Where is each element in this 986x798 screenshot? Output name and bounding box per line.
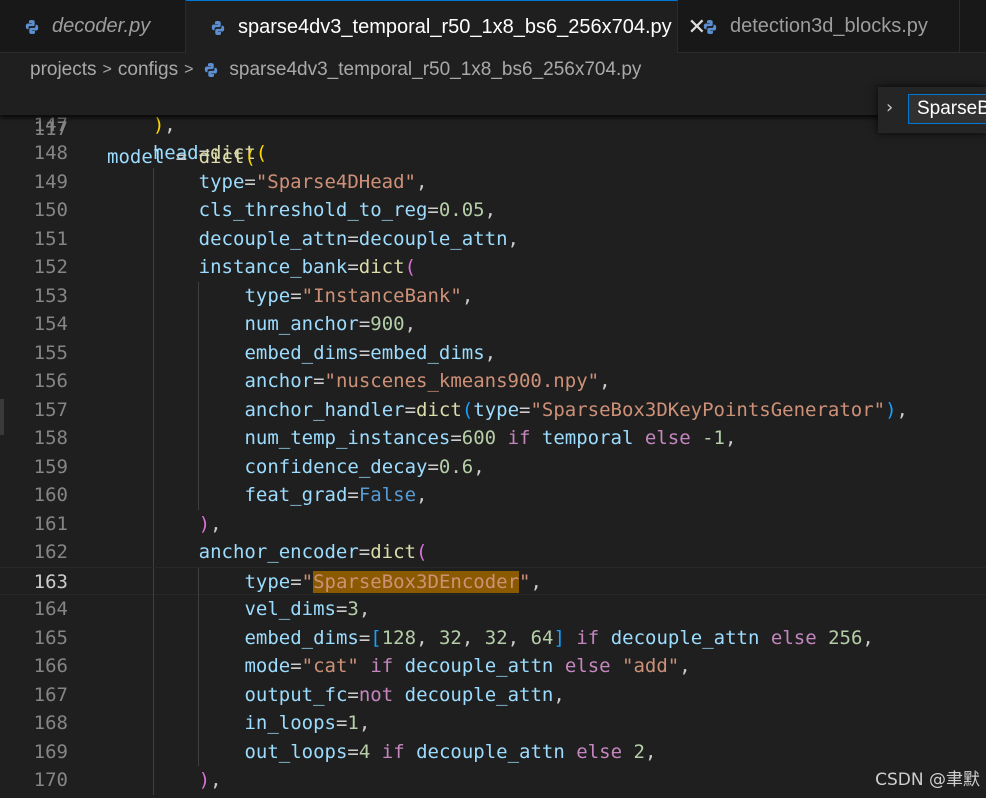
code-line[interactable]: 161 ), <box>0 509 986 538</box>
code-text: ), <box>198 769 222 791</box>
line-number: 150 <box>33 199 68 221</box>
code-text: anchor_handler=dict(type="SparseBox3DKey… <box>244 398 908 421</box>
code-text: instance_bank=dict( <box>198 256 417 278</box>
code-text: out_loops=4 if decouple_attn else 2, <box>244 740 657 763</box>
tab-sparse4dv3-config[interactable]: sparse4dv3_temporal_r50_1x8_bs6_256x704.… <box>186 0 706 53</box>
chevron-right-icon: > <box>102 61 112 78</box>
code-line[interactable]: 165 embed_dims=[128, 32, 32, 64] if deco… <box>0 623 986 652</box>
line-number: 164 <box>33 598 68 620</box>
python-icon <box>210 19 226 35</box>
code-text: anchor="nuscenes_kmeans900.npy", <box>244 370 611 392</box>
code-line[interactable]: 150 cls_threshold_to_reg=0.05, <box>0 196 986 225</box>
code-text: ), <box>198 512 222 535</box>
code-text: cls_threshold_to_reg=0.05, <box>198 199 497 221</box>
tab-bar: decoder.py sparse4dv3_temporal_r50_1x8_b… <box>0 0 986 53</box>
code-line[interactable]: 153 type="InstanceBank", <box>0 281 986 310</box>
line-number: 169 <box>33 740 68 763</box>
python-icon <box>702 18 718 34</box>
code-line[interactable]: 152 instance_bank=dict( <box>0 253 986 282</box>
code-line[interactable]: 164 vel_dims=3, <box>0 595 986 624</box>
code-text: in_loops=1, <box>244 712 371 734</box>
code-line[interactable]: 169 out_loops=4 if decouple_attn else 2, <box>0 737 986 766</box>
code-line[interactable]: 160 feat_grad=False, <box>0 481 986 510</box>
code-line[interactable]: 170 ), <box>0 766 986 795</box>
code-text: output_fc=not decouple_attn, <box>244 683 565 706</box>
code-text: num_temp_instances=600 if temporal else … <box>244 427 737 449</box>
code-text: type="Sparse4DHead", <box>198 170 428 193</box>
code-line[interactable]: 162 anchor_encoder=dict( <box>0 538 986 567</box>
line-number: 168 <box>33 712 68 734</box>
code-text: vel_dims=3, <box>244 598 371 620</box>
breadcrumb-configs[interactable]: configs <box>118 59 178 81</box>
find-widget: › SparseBox3DEncoder <box>878 87 986 133</box>
chevron-right-icon: > <box>184 61 194 78</box>
python-icon <box>203 62 219 78</box>
code-text: type="SparseBox3DEncoder", <box>244 570 542 593</box>
toggle-replace-icon[interactable]: › <box>886 97 893 118</box>
tab-label: sparse4dv3_temporal_r50_1x8_bs6_256x704.… <box>238 15 672 38</box>
line-number: 167 <box>33 683 68 706</box>
code-text: type="InstanceBank", <box>244 284 474 307</box>
code-line[interactable]: 168 in_loops=1, <box>0 709 986 738</box>
line-number: 161 <box>33 512 68 535</box>
code-line[interactable]: 163 type="SparseBox3DEncoder", <box>0 566 986 596</box>
code-text: confidence_decay=0.6, <box>244 455 485 478</box>
code-line[interactable]: 149 type="Sparse4DHead", <box>0 167 986 196</box>
line-number: 165 <box>33 626 68 649</box>
code-line[interactable]: 159 confidence_decay=0.6, <box>0 452 986 481</box>
line-number: 152 <box>33 256 68 278</box>
code-line[interactable]: 151 decouple_attn=decouple_attn, <box>0 224 986 253</box>
line-number: 155 <box>33 341 68 364</box>
code-line[interactable]: 166 mode="cat" if decouple_attn else "ad… <box>0 652 986 681</box>
line-number: 153 <box>33 284 68 307</box>
line-number: 170 <box>33 769 68 791</box>
watermark: CSDN @聿默 <box>875 770 980 790</box>
line-number: 166 <box>33 655 68 677</box>
line-number: 159 <box>33 455 68 478</box>
line-number: 162 <box>33 541 68 563</box>
line-number: 163 <box>33 570 68 593</box>
breadcrumb: projects > configs > sparse4dv3_temporal… <box>0 53 986 87</box>
code-text: decouple_attn=decouple_attn, <box>198 227 519 250</box>
code-text: num_anchor=900, <box>244 313 417 335</box>
line-number: 157 <box>33 398 68 421</box>
line-number: 158 <box>33 427 68 449</box>
sticky-scroll-header[interactable]: 117 model = dict( <box>0 86 986 169</box>
tab-detection3d-blocks[interactable]: detection3d_blocks.py <box>678 0 960 52</box>
line-number: 151 <box>33 227 68 250</box>
breadcrumb-file[interactable]: sparse4dv3_temporal_r50_1x8_bs6_256x704.… <box>229 59 641 81</box>
code-text: embed_dims=embed_dims, <box>244 341 497 364</box>
code-line[interactable]: 154 num_anchor=900, <box>0 310 986 339</box>
code-text: model = dict( <box>107 146 256 168</box>
find-input[interactable]: SparseBox3DEncoder <box>908 94 986 124</box>
code-line[interactable]: 157 anchor_handler=dict(type="SparseBox3… <box>0 395 986 424</box>
code-text: embed_dims=[128, 32, 32, 64] if decouple… <box>244 626 874 649</box>
code-line[interactable]: 167 output_fc=not decouple_attn, <box>0 680 986 709</box>
breadcrumb-projects[interactable]: projects <box>30 59 97 81</box>
tab-label: detection3d_blocks.py <box>730 14 928 37</box>
line-number: 154 <box>33 313 68 335</box>
code-line[interactable]: 155 embed_dims=embed_dims, <box>0 338 986 367</box>
code-text: mode="cat" if decouple_attn else "add", <box>244 655 691 677</box>
code-line[interactable]: 156 anchor="nuscenes_kmeans900.npy", <box>0 367 986 396</box>
tab-decoder[interactable]: decoder.py <box>0 0 186 52</box>
code-text: feat_grad=False, <box>244 484 428 506</box>
line-number: 160 <box>33 484 68 506</box>
code-text: anchor_encoder=dict( <box>198 541 428 563</box>
sticky-line[interactable]: 117 model = dict( <box>0 86 986 169</box>
line-number: 156 <box>33 370 68 392</box>
line-number: 117 <box>33 117 68 140</box>
code-line[interactable]: 158 num_temp_instances=600 if temporal e… <box>0 424 986 453</box>
python-icon <box>24 18 40 34</box>
code-editor[interactable]: 117 model = dict( 147 ), 148 head=dict(14… <box>0 87 986 798</box>
tab-label: decoder.py <box>52 14 151 37</box>
